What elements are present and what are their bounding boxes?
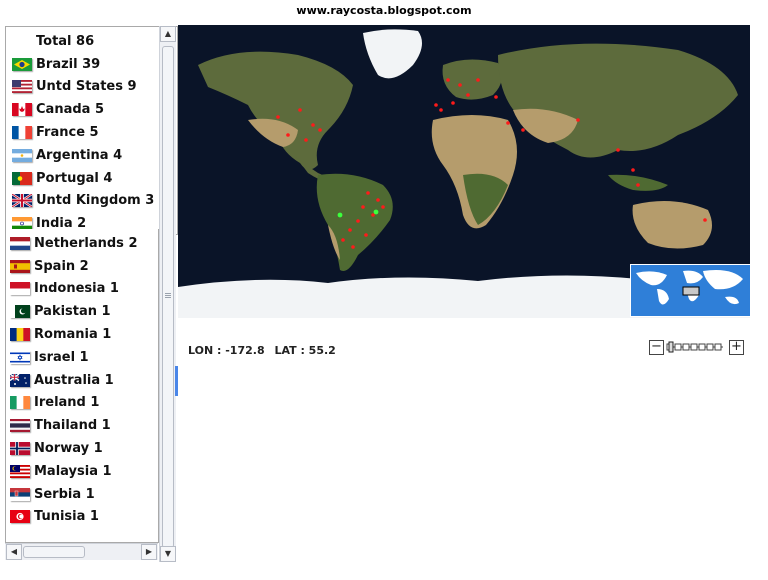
country-row-brazil[interactable]: Brazil 39 — [6, 53, 177, 76]
zoom-in-button[interactable]: + — [729, 340, 744, 355]
canada-flag-icon — [12, 103, 33, 117]
country-count-label: Spain 2 — [34, 258, 89, 274]
romania-flag-icon — [10, 328, 31, 342]
zoom-slider[interactable] — [666, 340, 724, 354]
country-list-panel-continued: Netherlands 2 Spain 2 Indonesia 1 Pakistan … — [5, 229, 159, 543]
longitude-value: LON : -172.8 — [188, 344, 265, 357]
country-count-label: Indonesia 1 — [34, 281, 119, 297]
ireland-flag-icon — [10, 396, 31, 410]
scroll-right-arrow-icon[interactable]: ▶ — [141, 544, 157, 560]
country-row-usa[interactable]: Untd States 9 — [6, 76, 177, 99]
country-count-label: Argentina 4 — [36, 147, 123, 163]
israel-flag-icon — [10, 350, 30, 364]
latitude-value: LAT : 55.2 — [274, 344, 336, 357]
country-row-israel[interactable]: Israel 1 — [6, 346, 158, 369]
malaysia-flag-icon — [10, 464, 30, 479]
country-row-france[interactable]: France 5 — [6, 121, 177, 144]
vertical-scroll-thumb[interactable] — [162, 46, 174, 548]
country-row-tunisia[interactable]: Tunisia 1 — [6, 506, 158, 529]
country-count-label: Norway 1 — [34, 441, 103, 457]
country-row-ireland[interactable]: Ireland 1 — [6, 392, 158, 415]
country-count-label: Total 86 — [36, 33, 95, 49]
overview-minimap[interactable] — [630, 264, 751, 317]
country-row-indonesia[interactable]: Indonesia 1 — [6, 278, 158, 301]
country-row-argentina[interactable]: Argentina 4 — [6, 144, 177, 167]
vertical-scrollbar[interactable]: ▲ ▼ — [159, 26, 176, 562]
country-count-label: Pakistan 1 — [34, 304, 111, 320]
country-count-label: Ireland 1 — [34, 395, 100, 411]
country-count-label: Untd Kingdom 3 — [36, 193, 155, 209]
tunisia-flag-icon — [10, 510, 30, 524]
country-count-label: Serbia 1 — [34, 486, 95, 502]
country-count-label: Netherlands 2 — [34, 235, 138, 251]
panel-divider-accent — [175, 366, 178, 396]
country-count-label: Tunisia 1 — [34, 509, 99, 525]
scroll-left-arrow-icon[interactable]: ◀ — [6, 544, 22, 560]
country-row-uk[interactable]: Untd Kingdom 3 — [6, 190, 177, 213]
pakistan-flag-icon — [10, 305, 30, 319]
country-row-portugal[interactable]: Portugal 4 — [6, 167, 177, 190]
horizontal-scroll-thumb[interactable] — [23, 546, 85, 558]
country-row-australia[interactable]: Australia 1 — [6, 369, 158, 392]
horizontal-scrollbar[interactable]: ◀ ▶ — [5, 543, 158, 560]
country-row-thailand[interactable]: Thailand 1 — [6, 414, 158, 437]
coordinates-readout: LON : -172.8 LAT : 55.2 — [188, 344, 342, 357]
country-count-label: Brazil 39 — [36, 56, 101, 72]
usa-flag-icon — [12, 80, 32, 94]
country-row-pakistan[interactable]: Pakistan 1 — [6, 300, 158, 323]
country-row-canada[interactable]: Canada 5 — [6, 98, 177, 121]
country-list-continued: Netherlands 2 Spain 2 Indonesia 1 Pakistan … — [6, 229, 158, 528]
country-row-none[interactable]: Total 86 — [6, 30, 177, 53]
indonesia-flag-icon — [10, 282, 30, 296]
country-row-netherlands[interactable]: Netherlands 2 — [6, 232, 158, 255]
country-row-romania[interactable]: Romania 1 — [6, 323, 158, 346]
uk-flag-icon — [11, 193, 33, 209]
country-count-label: Canada 5 — [36, 102, 104, 118]
thailand-flag-icon — [10, 419, 30, 433]
country-count-label: Portugal 4 — [36, 170, 113, 186]
netherlands-flag-icon — [10, 236, 30, 251]
country-count-label: Romania 1 — [34, 327, 112, 343]
country-row-norway[interactable]: Norway 1 — [6, 437, 158, 460]
country-row-spain[interactable]: Spain 2 — [6, 255, 158, 278]
zoom-out-button[interactable]: − — [649, 340, 664, 355]
scroll-down-arrow-icon[interactable]: ▼ — [160, 546, 176, 562]
country-list-panel: Total 86 Brazil 39 Untd States 9 Canada 5 Fr… — [5, 26, 178, 235]
scroll-up-arrow-icon[interactable]: ▲ — [160, 26, 176, 42]
argentina-flag-icon — [12, 148, 32, 163]
country-count-label: Australia 1 — [34, 372, 114, 388]
site-header: www.raycosta.blogspot.com — [296, 4, 472, 17]
portugal-flag-icon — [12, 171, 32, 185]
country-count-label: Thailand 1 — [34, 418, 111, 434]
country-count-label: France 5 — [36, 125, 99, 141]
country-count-label: Israel 1 — [34, 349, 89, 365]
france-flag-icon — [12, 126, 33, 140]
serbia-flag-icon — [10, 487, 30, 501]
country-list: Total 86 Brazil 39 Untd States 9 Canada 5 Fr… — [6, 27, 177, 235]
country-row-serbia[interactable]: Serbia 1 — [6, 483, 158, 506]
brazil-flag-icon — [12, 57, 32, 71]
country-count-label: Untd States 9 — [36, 79, 137, 95]
country-row-malaysia[interactable]: Malaysia 1 — [6, 460, 158, 483]
australia-flag-icon — [9, 373, 30, 387]
norway-flag-icon — [10, 442, 30, 456]
spain-flag-icon — [10, 259, 30, 273]
country-count-label: Malaysia 1 — [34, 463, 112, 479]
